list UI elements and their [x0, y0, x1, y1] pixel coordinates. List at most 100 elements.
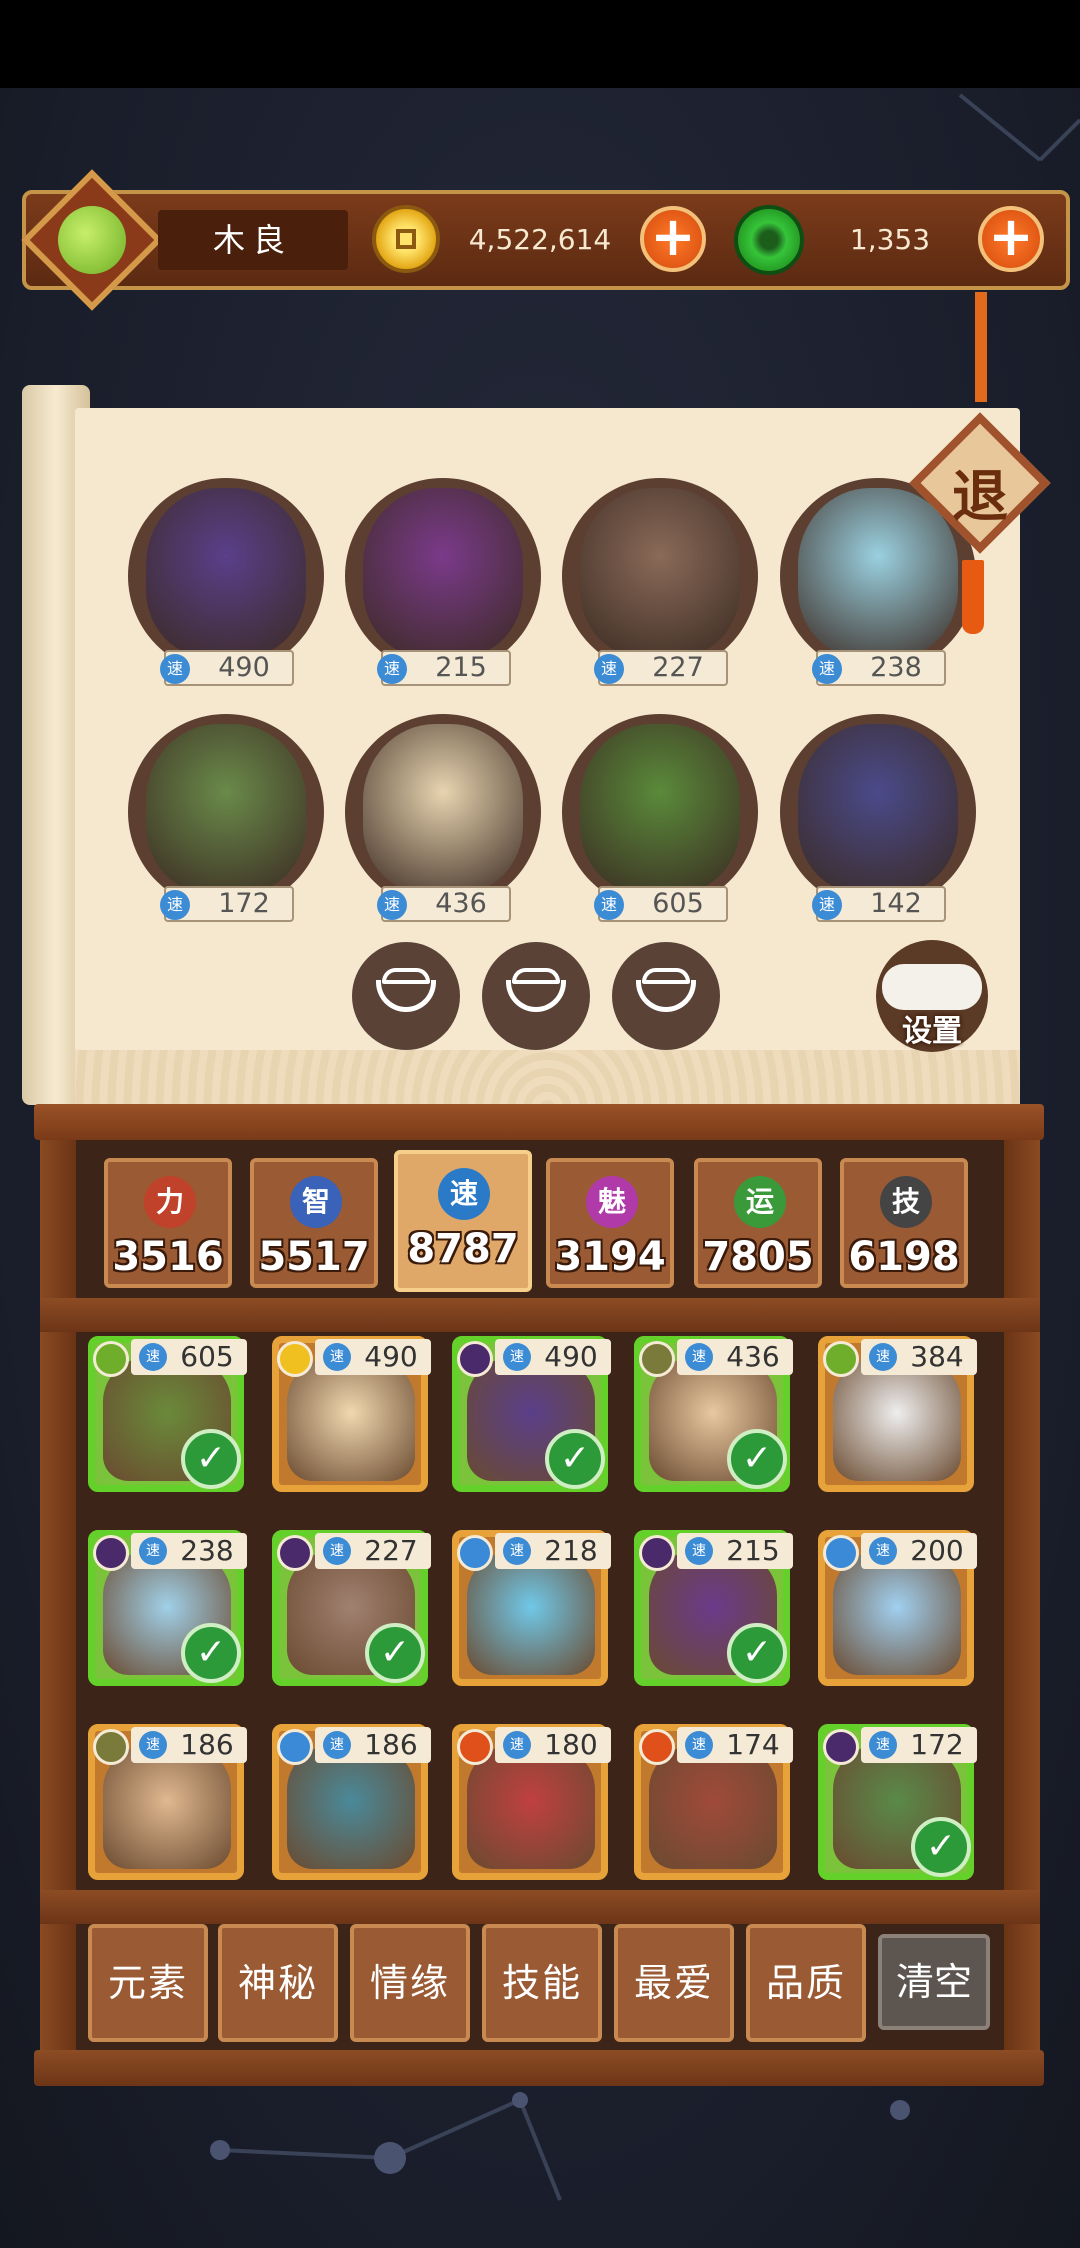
hero-card-portrait: [287, 1357, 415, 1481]
card-speed-value: 186: [364, 1728, 418, 1761]
selected-check-icon: ✓: [911, 1817, 971, 1877]
team-slot[interactable]: [128, 478, 324, 674]
speed-icon: 速: [685, 1537, 713, 1565]
team-slot[interactable]: [345, 714, 541, 910]
stat-tab[interactable]: 智 5517: [250, 1158, 378, 1288]
filter-button[interactable]: 最爱: [614, 1924, 734, 2042]
hero-card[interactable]: 速 180: [452, 1724, 611, 1880]
hero-card[interactable]: 速 218: [452, 1530, 611, 1686]
team-speed-value: 215: [435, 652, 487, 683]
stat-tab[interactable]: 魅 3194: [546, 1158, 674, 1288]
stat-tab[interactable]: 运 7805: [694, 1158, 822, 1288]
hero-card[interactable]: 速 172 ✓: [818, 1724, 977, 1880]
player-avatar[interactable]: [21, 169, 163, 311]
team-speed-tag: 速 605: [594, 886, 728, 922]
team-speed-value: 238: [870, 652, 922, 683]
card-speed-value: 605: [180, 1340, 234, 1373]
card-speed-value: 384: [910, 1340, 964, 1373]
selected-check-icon: ✓: [181, 1429, 241, 1489]
speed-icon: 速: [160, 890, 190, 920]
team-slot[interactable]: [345, 478, 541, 674]
card-speed-badge: 速 186: [315, 1727, 431, 1763]
team-slot[interactable]: [128, 714, 324, 910]
filter-button[interactable]: 品质: [746, 1924, 866, 2042]
player-name: 木良: [158, 210, 348, 270]
team-speed-value: 605: [652, 888, 704, 919]
shelf-top-beam: [34, 1104, 1044, 1140]
team-slot[interactable]: [562, 478, 758, 674]
hero-card[interactable]: 速 238 ✓: [88, 1530, 247, 1686]
filter-button[interactable]: 神秘: [218, 1924, 338, 2042]
clear-button[interactable]: 清空: [878, 1934, 990, 2030]
empty-slot-bowl-icon[interactable]: [352, 942, 460, 1050]
hero-portrait: [363, 488, 523, 658]
add-coins-button[interactable]: +: [640, 206, 706, 272]
team-speed-tag: 速 436: [377, 886, 511, 922]
card-speed-value: 200: [910, 1534, 964, 1567]
status-bar: [0, 0, 1080, 88]
speed-icon: 速: [594, 890, 624, 920]
filter-button[interactable]: 元素: [88, 1924, 208, 2042]
card-speed-badge: 速 490: [315, 1339, 431, 1375]
exit-label: 退: [952, 464, 1008, 530]
add-gems-button[interactable]: +: [978, 206, 1044, 272]
filter-button[interactable]: 技能: [482, 1924, 602, 2042]
speed-icon: 速: [869, 1731, 897, 1759]
hero-card[interactable]: 速 490 ✓: [452, 1336, 611, 1492]
stat-icon: 运: [734, 1176, 786, 1228]
hero-card[interactable]: 速 436 ✓: [634, 1336, 793, 1492]
coin-count: 4,522,614: [468, 223, 612, 256]
stat-tab[interactable]: 力 3516: [104, 1158, 232, 1288]
card-speed-badge: 速 227: [315, 1533, 431, 1569]
card-speed-value: 174: [726, 1728, 780, 1761]
stat-value: 3516: [112, 1234, 224, 1280]
team-speed-value: 490: [218, 652, 270, 683]
hero-card-portrait: [287, 1745, 415, 1869]
filter-button[interactable]: 情缘: [350, 1924, 470, 2042]
element-icon: [639, 1729, 675, 1765]
hero-card[interactable]: 速 490: [272, 1336, 431, 1492]
stat-tab[interactable]: 速 8787: [394, 1150, 532, 1292]
hero-card[interactable]: 速 186: [88, 1724, 247, 1880]
exit-tassel: [962, 560, 984, 634]
stat-value: 5517: [258, 1234, 370, 1280]
hero-portrait: [146, 488, 306, 658]
empty-slot-bowl-icon[interactable]: [612, 942, 720, 1050]
shelf-bottom-beam: [34, 2050, 1044, 2086]
hero-card[interactable]: 速 186: [272, 1724, 431, 1880]
empty-slot-bowl-icon[interactable]: [482, 942, 590, 1050]
element-icon: [93, 1341, 129, 1377]
speed-icon: 速: [323, 1537, 351, 1565]
team-speed-tag: 速 238: [812, 650, 946, 686]
hero-card[interactable]: 速 384: [818, 1336, 977, 1492]
hero-card[interactable]: 速 605 ✓: [88, 1336, 247, 1492]
speed-icon: 速: [503, 1343, 531, 1371]
settings-button[interactable]: 设置: [876, 940, 988, 1052]
hero-card[interactable]: 速 174: [634, 1724, 793, 1880]
card-speed-badge: 速 174: [677, 1727, 793, 1763]
speed-icon: 速: [160, 654, 190, 684]
hero-card[interactable]: 速 227 ✓: [272, 1530, 431, 1686]
element-icon: [93, 1729, 129, 1765]
team-slot[interactable]: [562, 714, 758, 910]
exit-button[interactable]: 退: [905, 408, 1055, 558]
gem-count: 1,353: [849, 223, 931, 256]
settings-label: 设置: [902, 1014, 962, 1049]
coin-icon: [372, 205, 440, 273]
speed-icon: 速: [869, 1343, 897, 1371]
speed-icon: 速: [812, 654, 842, 684]
team-slot[interactable]: [780, 714, 976, 910]
stat-tab[interactable]: 技 6198: [840, 1158, 968, 1288]
card-speed-badge: 速 384: [861, 1339, 977, 1375]
hero-card[interactable]: 速 215 ✓: [634, 1530, 793, 1686]
stat-value: 6198: [848, 1234, 960, 1280]
card-speed-value: 215: [726, 1534, 780, 1567]
hero-card[interactable]: 速 200: [818, 1530, 977, 1686]
jade-gem-icon: [734, 205, 804, 275]
hero-card-portrait: [467, 1551, 595, 1675]
element-icon: [823, 1341, 859, 1377]
card-speed-value: 180: [544, 1728, 598, 1761]
speed-icon: 速: [685, 1731, 713, 1759]
scroll-wave-border: [75, 1050, 1020, 1108]
selected-check-icon: ✓: [181, 1623, 241, 1683]
